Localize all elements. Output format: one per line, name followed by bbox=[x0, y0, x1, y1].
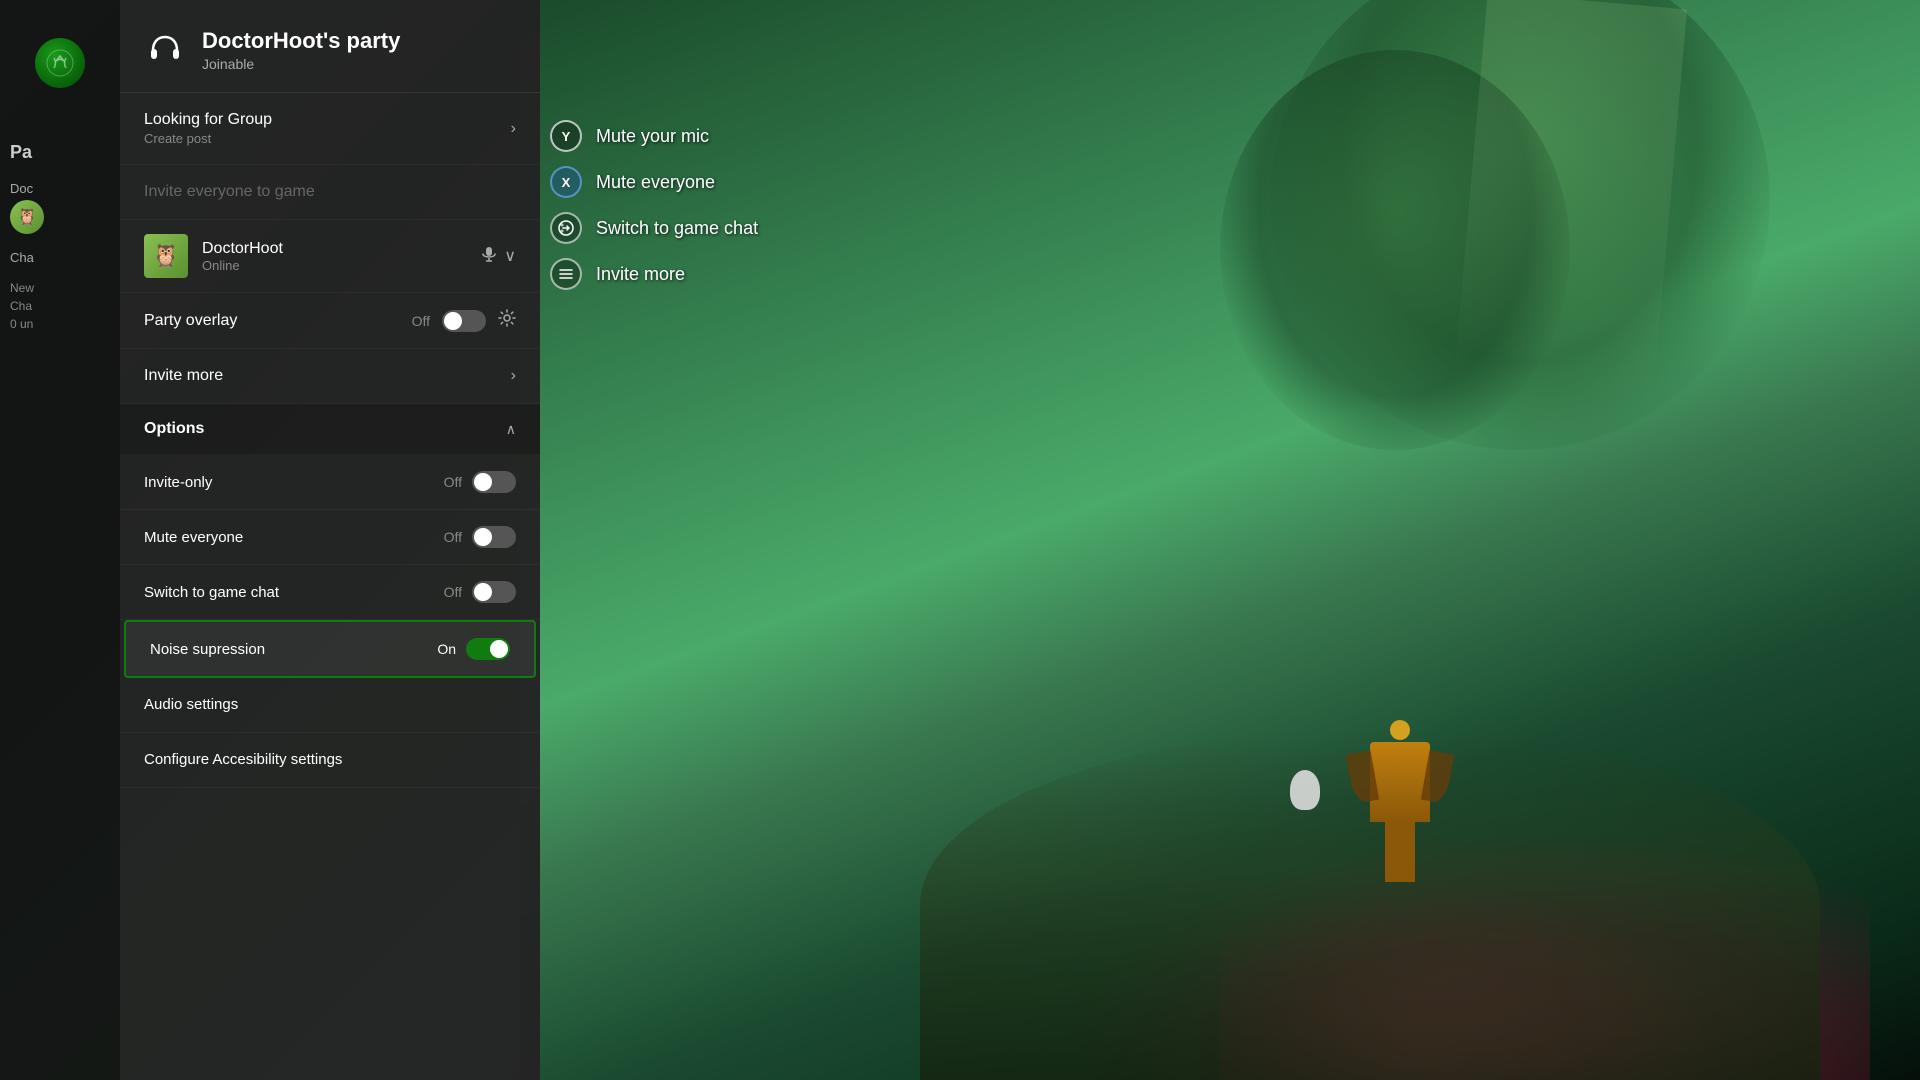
x-button-label: X bbox=[562, 175, 571, 190]
invite-only-state: Off bbox=[444, 474, 462, 490]
mute-mic-shortcut-label: Mute your mic bbox=[596, 126, 709, 147]
member-info: DoctorHoot Online bbox=[202, 240, 466, 273]
sidebar-partial-new: New bbox=[10, 281, 100, 295]
party-overlay-toggle[interactable] bbox=[442, 310, 486, 332]
configure-accessibility-label: Configure Accesibility settings bbox=[144, 751, 342, 768]
shortcut-invite-more: Invite more bbox=[550, 258, 758, 290]
x-button: X bbox=[550, 166, 582, 198]
looking-for-group-text: Looking for Group Create post bbox=[144, 111, 272, 146]
switch-game-chat-row[interactable]: Switch to game chat Off bbox=[120, 565, 540, 620]
mute-everyone-right: Off bbox=[444, 526, 516, 548]
switch-game-chat-right: Off bbox=[444, 581, 516, 603]
invite-only-label: Invite-only bbox=[144, 474, 212, 491]
options-header[interactable]: Options ∧ bbox=[120, 404, 540, 455]
xbox-logo[interactable] bbox=[35, 38, 85, 88]
sidebar-partial-doc: Doc bbox=[10, 181, 100, 196]
member-chevron-icon[interactable]: ∨ bbox=[504, 246, 516, 266]
shortcut-switch-chat: Switch to game chat bbox=[550, 212, 758, 244]
gear-icon[interactable] bbox=[498, 309, 516, 332]
noise-suppression-row[interactable]: Noise supression On bbox=[124, 620, 536, 678]
noise-suppression-state: On bbox=[437, 641, 456, 657]
mute-everyone-label: Mute everyone bbox=[144, 529, 243, 546]
invite-only-toggle[interactable] bbox=[472, 471, 516, 493]
invite-only-row[interactable]: Invite-only Off bbox=[120, 455, 540, 510]
invite-everyone-item: Invite everyone to game bbox=[120, 165, 540, 220]
audio-settings-item[interactable]: Audio settings bbox=[120, 678, 540, 733]
member-name: DoctorHoot bbox=[202, 240, 466, 258]
create-post-label: Create post bbox=[144, 131, 272, 146]
invite-more-label: Invite more bbox=[144, 367, 223, 385]
party-overlay-right: Off bbox=[412, 309, 516, 332]
noise-suppression-label: Noise supression bbox=[150, 641, 265, 658]
invite-more-shortcut-label: Invite more bbox=[596, 264, 685, 285]
mute-everyone-shortcut-label: Mute everyone bbox=[596, 172, 715, 193]
member-avatar: 🦉 bbox=[144, 234, 188, 278]
member-row[interactable]: 🦉 DoctorHoot Online ∨ bbox=[120, 220, 540, 293]
sidebar-avatar: 🦉 bbox=[10, 200, 44, 234]
party-header: DoctorHoot's party Joinable bbox=[120, 0, 540, 93]
invite-everyone-label: Invite everyone to game bbox=[144, 183, 315, 201]
y-button: Y bbox=[550, 120, 582, 152]
mute-everyone-row[interactable]: Mute everyone Off bbox=[120, 510, 540, 565]
switch-button bbox=[550, 212, 582, 244]
left-sidebar: Pa Doc 🦉 Cha New Cha 0 un bbox=[0, 0, 120, 1080]
mute-everyone-state: Off bbox=[444, 529, 462, 545]
member-status: Online bbox=[202, 258, 466, 273]
headset-icon bbox=[144, 29, 186, 71]
invite-everyone-text: Invite everyone to game bbox=[144, 183, 315, 201]
mute-everyone-toggle[interactable] bbox=[472, 526, 516, 548]
noise-suppression-toggle[interactable] bbox=[466, 638, 510, 660]
switch-game-chat-label: Switch to game chat bbox=[144, 584, 279, 601]
looking-for-group-item[interactable]: Looking for Group Create post › bbox=[120, 93, 540, 165]
sidebar-partial-cha: Cha bbox=[10, 250, 100, 265]
switch-game-chat-state: Off bbox=[444, 584, 462, 600]
shortcut-mute-everyone: X Mute everyone bbox=[550, 166, 758, 198]
invite-more-item[interactable]: Invite more › bbox=[120, 349, 540, 404]
party-overlay-row[interactable]: Party overlay Off bbox=[120, 293, 540, 349]
looking-for-group-label: Looking for Group bbox=[144, 111, 272, 129]
menu-button bbox=[550, 258, 582, 290]
configure-accessibility-item[interactable]: Configure Accesibility settings bbox=[120, 733, 540, 788]
party-title: DoctorHoot's party bbox=[202, 28, 400, 54]
party-panel: DoctorHoot's party Joinable Looking for … bbox=[120, 0, 540, 1080]
looking-for-group-chevron: › bbox=[511, 120, 516, 138]
shortcuts-panel: Y Mute your mic X Mute everyone Switch t… bbox=[550, 120, 758, 290]
sidebar-partial-count: 0 un bbox=[10, 317, 100, 331]
switch-chat-shortcut-label: Switch to game chat bbox=[596, 218, 758, 239]
member-icons: ∨ bbox=[480, 245, 516, 268]
audio-settings-label: Audio settings bbox=[144, 696, 238, 713]
options-label: Options bbox=[144, 420, 204, 438]
sidebar-partial-cha2: Cha bbox=[10, 299, 100, 313]
mic-icon bbox=[480, 245, 498, 268]
invite-only-right: Off bbox=[444, 471, 516, 493]
y-button-label: Y bbox=[562, 129, 571, 144]
noise-suppression-right: On bbox=[437, 638, 510, 660]
avatar-image: 🦉 bbox=[144, 234, 188, 278]
party-title-block: DoctorHoot's party Joinable bbox=[202, 28, 400, 72]
party-overlay-label: Party overlay bbox=[144, 312, 412, 330]
invite-more-chevron: › bbox=[511, 367, 516, 385]
sidebar-partial-party: Pa bbox=[10, 142, 100, 163]
switch-game-chat-toggle[interactable] bbox=[472, 581, 516, 603]
party-subtitle: Joinable bbox=[202, 56, 400, 72]
party-overlay-state: Off bbox=[412, 313, 430, 329]
collapse-icon[interactable]: ∧ bbox=[506, 421, 516, 438]
shortcut-mute-mic: Y Mute your mic bbox=[550, 120, 758, 152]
